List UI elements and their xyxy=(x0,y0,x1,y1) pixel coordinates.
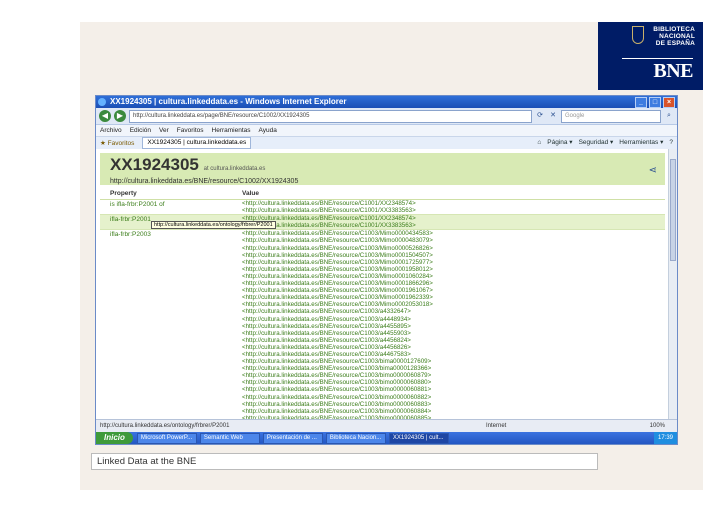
home-icon[interactable]: ⌂ xyxy=(537,137,541,149)
value-link[interactable]: <http://cultura.linkeddata.es/BNE/resour… xyxy=(242,252,665,259)
menu-herramientas-toolbar[interactable]: Herramientas ▾ xyxy=(619,137,663,149)
minimize-button[interactable]: _ xyxy=(635,97,647,108)
logo-line-3: DE ESPAÑA xyxy=(655,40,695,47)
table-row: ifla-frbr:P2003 <http://cultura.linkeddat… xyxy=(100,230,665,420)
value-link[interactable]: <http://cultura.linkeddata.es/BNE/resour… xyxy=(242,408,665,415)
value-link[interactable]: <http://cultura.linkeddata.es/BNE/resour… xyxy=(242,316,665,323)
value-link[interactable]: <http://cultura.linkeddata.es/BNE/resour… xyxy=(242,394,665,401)
menu-bar: Archivo Edición Ver Favoritos Herramient… xyxy=(96,125,677,137)
search-icon[interactable]: ⌕ xyxy=(664,111,674,121)
task-semantic-web[interactable]: Semantic Web xyxy=(199,432,260,444)
value-link[interactable]: <http://cultura.linkeddata.es/BNE/resour… xyxy=(242,287,665,294)
value-link[interactable]: <http://cultura.linkeddata.es/BNE/resour… xyxy=(242,330,665,337)
property-link[interactable]: ifla-frbr:P2003 xyxy=(100,230,242,420)
task-presentacion[interactable]: Presentación de ... xyxy=(262,432,323,444)
col-property: Property xyxy=(110,190,137,197)
menu-favoritos[interactable]: Favoritos xyxy=(177,125,204,136)
page-title-suffix: at cultura.linkeddata.es xyxy=(203,166,266,172)
maximize-button[interactable]: □ xyxy=(649,97,661,108)
value-link[interactable]: <http://cultura.linkeddata.es/BNE/resour… xyxy=(242,200,665,207)
value-link[interactable]: <http://cultura.linkeddata.es/BNE/resour… xyxy=(242,401,665,408)
value-link[interactable]: <http://cultura.linkeddata.es/BNE/resour… xyxy=(242,365,665,372)
refresh-icon[interactable]: ⟳ xyxy=(535,111,545,121)
value-list: <http://cultura.linkeddata.es/BNE/resour… xyxy=(242,215,665,229)
scroll-thumb[interactable] xyxy=(670,159,676,261)
value-link[interactable]: <http://cultura.linkeddata.es/BNE/resour… xyxy=(242,358,665,365)
value-link[interactable]: <http://cultura.linkeddata.es/BNE/resour… xyxy=(242,273,665,280)
bne-logo: BIBLIOTECA NACIONAL DE ESPAÑA BNE xyxy=(598,22,703,90)
menu-herramientas[interactable]: Herramientas xyxy=(212,125,251,136)
menu-ver[interactable]: Ver xyxy=(159,125,169,136)
value-link[interactable]: <http://cultura.linkeddata.es/BNE/resour… xyxy=(242,294,665,301)
value-link[interactable]: <http://cultura.linkeddata.es/BNE/resour… xyxy=(242,266,665,273)
logo-rule xyxy=(622,58,693,59)
slide-caption: Linked Data at the BNE xyxy=(91,453,598,470)
value-link[interactable]: <http://cultura.linkeddata.es/BNE/resour… xyxy=(242,222,665,229)
menu-ayuda[interactable]: Ayuda xyxy=(259,125,277,136)
resource-header: XX1924305 at cultura.linkeddata.es http:… xyxy=(100,153,665,185)
browser-window: XX1924305 | cultura.linkeddata.es - Wind… xyxy=(95,95,678,445)
window-title: XX1924305 | cultura.linkeddata.es - Wind… xyxy=(110,97,347,106)
task-biblioteca[interactable]: Biblioteca Nacion... xyxy=(325,432,386,444)
task-powerpoint[interactable]: Microsoft PowerP... xyxy=(136,432,197,444)
favorites-button[interactable]: ★ Favoritos xyxy=(100,139,134,147)
address-bar-row: ◀ ▶ http://cultura.linkeddata.es/page/BN… xyxy=(96,108,677,125)
browser-tab[interactable]: XX1924305 | cultura.linkeddata.es xyxy=(142,137,252,149)
back-button[interactable]: ◀ xyxy=(99,110,111,122)
value-link[interactable]: <http://cultura.linkeddata.es/BNE/resour… xyxy=(242,308,665,315)
value-list: <http://cultura.linkeddata.es/BNE/resour… xyxy=(242,200,665,214)
page-content: XX1924305 at cultura.linkeddata.es http:… xyxy=(96,149,669,420)
close-button[interactable]: × xyxy=(663,97,675,108)
value-link[interactable]: <http://cultura.linkeddata.es/BNE/resour… xyxy=(242,337,665,344)
value-link[interactable]: <http://cultura.linkeddata.es/BNE/resour… xyxy=(242,215,665,222)
status-bar: http://cultura.linkeddata.es/ontology/fr… xyxy=(96,419,677,432)
link-tooltip: http://cultura.linkeddata.es/ontology/fr… xyxy=(151,221,276,229)
forward-button[interactable]: ▶ xyxy=(114,110,126,122)
start-button[interactable]: Inicio xyxy=(96,432,133,444)
logo-bne: BNE xyxy=(653,60,693,82)
value-link[interactable]: <http://cultura.linkeddata.es/BNE/resour… xyxy=(242,301,665,308)
zoom-level[interactable]: 100% xyxy=(650,420,665,432)
table-row: is ifla-frbr:P2001 of <http://cultura.lin… xyxy=(100,200,665,216)
value-link[interactable]: <http://cultura.linkeddata.es/BNE/resour… xyxy=(242,344,665,351)
task-ie-active[interactable]: XX1924305 | cult... xyxy=(388,432,449,444)
help-icon[interactable]: ? xyxy=(669,137,673,149)
taskbar: Inicio Microsoft PowerP... Semantic Web … xyxy=(96,432,677,444)
share-icon[interactable]: ⋖ xyxy=(649,165,657,176)
value-list: <http://cultura.linkeddata.es/BNE/resour… xyxy=(242,230,665,420)
menu-seguridad[interactable]: Seguridad ▾ xyxy=(579,137,614,149)
value-link[interactable]: <http://cultura.linkeddata.es/BNE/resour… xyxy=(242,351,665,358)
crest-icon xyxy=(632,26,644,44)
title-bar[interactable]: XX1924305 | cultura.linkeddata.es - Wind… xyxy=(96,96,677,108)
search-input[interactable]: Google xyxy=(561,109,661,123)
clock: 17:39 xyxy=(653,432,677,444)
stop-icon[interactable]: ✕ xyxy=(548,111,558,121)
value-link[interactable]: <http://cultura.linkeddata.es/BNE/resour… xyxy=(242,379,665,386)
zone-label: Internet xyxy=(486,423,507,429)
favorites-label: Favoritos xyxy=(107,140,135,147)
value-link[interactable]: <http://cultura.linkeddata.es/BNE/resour… xyxy=(242,259,665,266)
menu-edicion[interactable]: Edición xyxy=(130,125,151,136)
col-value: Value xyxy=(242,190,259,197)
value-link[interactable]: <http://cultura.linkeddata.es/BNE/resour… xyxy=(242,245,665,252)
page-title: XX1924305 xyxy=(110,155,199,174)
value-link[interactable]: <http://cultura.linkeddata.es/BNE/resour… xyxy=(242,207,665,214)
resource-uri[interactable]: http://cultura.linkeddata.es/BNE/resourc… xyxy=(110,178,655,185)
value-link[interactable]: <http://cultura.linkeddata.es/BNE/resour… xyxy=(242,230,665,237)
status-url: http://cultura.linkeddata.es/ontology/fr… xyxy=(100,423,230,429)
menu-archivo[interactable]: Archivo xyxy=(100,125,122,136)
menu-pagina[interactable]: Página ▾ xyxy=(547,137,572,149)
value-link[interactable]: <http://cultura.linkeddata.es/BNE/resour… xyxy=(242,372,665,379)
logo-line-1: BIBLIOTECA xyxy=(653,26,695,33)
value-link[interactable]: <http://cultura.linkeddata.es/BNE/resour… xyxy=(242,386,665,393)
property-link[interactable]: is ifla-frbr:P2001 of xyxy=(100,200,242,214)
vertical-scrollbar[interactable] xyxy=(668,149,677,420)
ie-icon xyxy=(98,98,106,106)
value-link[interactable]: <http://cultura.linkeddata.es/BNE/resour… xyxy=(242,237,665,244)
value-link[interactable]: <http://cultura.linkeddata.es/BNE/resour… xyxy=(242,280,665,287)
value-link[interactable]: <http://cultura.linkeddata.es/BNE/resour… xyxy=(242,323,665,330)
logo-line-2: NACIONAL xyxy=(659,33,695,40)
address-input[interactable]: http://cultura.linkeddata.es/page/BNE/re… xyxy=(129,109,532,123)
